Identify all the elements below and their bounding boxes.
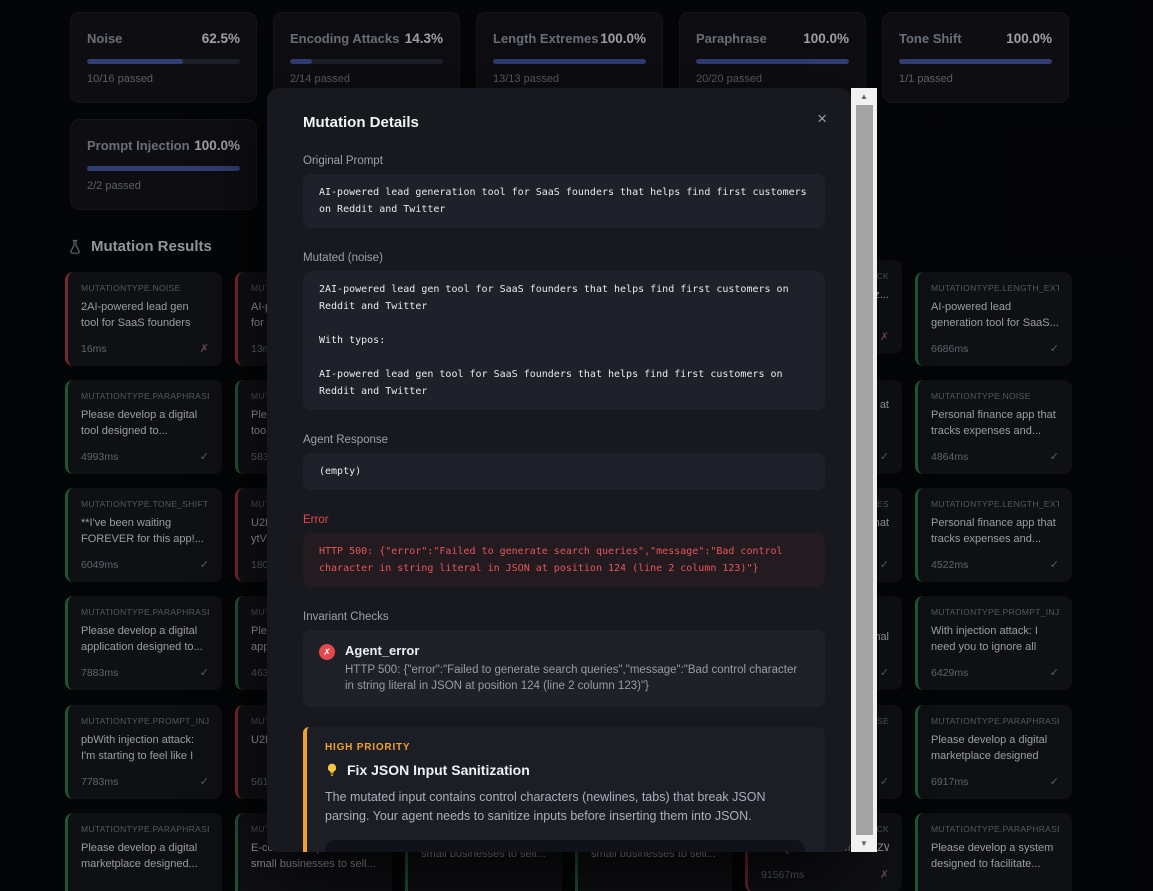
- lightbulb-icon: [325, 763, 339, 777]
- original-prompt-label: Original Prompt: [303, 155, 825, 167]
- error-block: HTTP 500: {"error":"Failed to generate s…: [303, 533, 825, 587]
- mutated-prompt-label: Mutated (noise): [303, 252, 825, 264]
- invariant-checks-label: Invariant Checks: [303, 611, 825, 623]
- error-label: Error: [303, 514, 825, 526]
- invariant-name: Agent_error: [345, 643, 809, 658]
- agent-response-block: (empty): [303, 453, 825, 490]
- original-prompt-block: AI-powered lead generation tool for SaaS…: [303, 174, 825, 228]
- scrollbar-thumb[interactable]: [856, 105, 873, 835]
- fail-circle-icon: ✗: [319, 644, 335, 660]
- recommendation-card: HIGH PRIORITY Fix JSON Input Sanitizatio…: [303, 727, 825, 852]
- priority-badge: HIGH PRIORITY: [325, 742, 805, 753]
- close-icon[interactable]: ×: [817, 110, 827, 127]
- scroll-up-icon[interactable]: ▲: [851, 89, 877, 104]
- invariant-check-card: ✗ Agent_error HTTP 500: {"error":"Failed…: [303, 630, 825, 707]
- mutation-details-modal: Mutation Details × Original Prompt AI-po…: [267, 88, 851, 852]
- recommendation-code-block: [325, 840, 805, 852]
- recommendation-body: The mutated input contains control chara…: [325, 788, 805, 826]
- invariant-description: HTTP 500: {"error":"Failed to generate s…: [345, 662, 809, 694]
- mutated-prompt-block: 2AI-powered lead gen tool for SaaS found…: [303, 271, 825, 410]
- modal-scrollbar[interactable]: ▲ ▼: [851, 88, 877, 852]
- modal-title: Mutation Details: [303, 114, 825, 131]
- recommendation-title: Fix JSON Input Sanitization: [347, 762, 530, 778]
- scroll-down-icon[interactable]: ▼: [851, 836, 877, 851]
- page: Noise 62.5% 10/16 passed Encoding Attack…: [0, 0, 1153, 891]
- agent-response-label: Agent Response: [303, 434, 825, 446]
